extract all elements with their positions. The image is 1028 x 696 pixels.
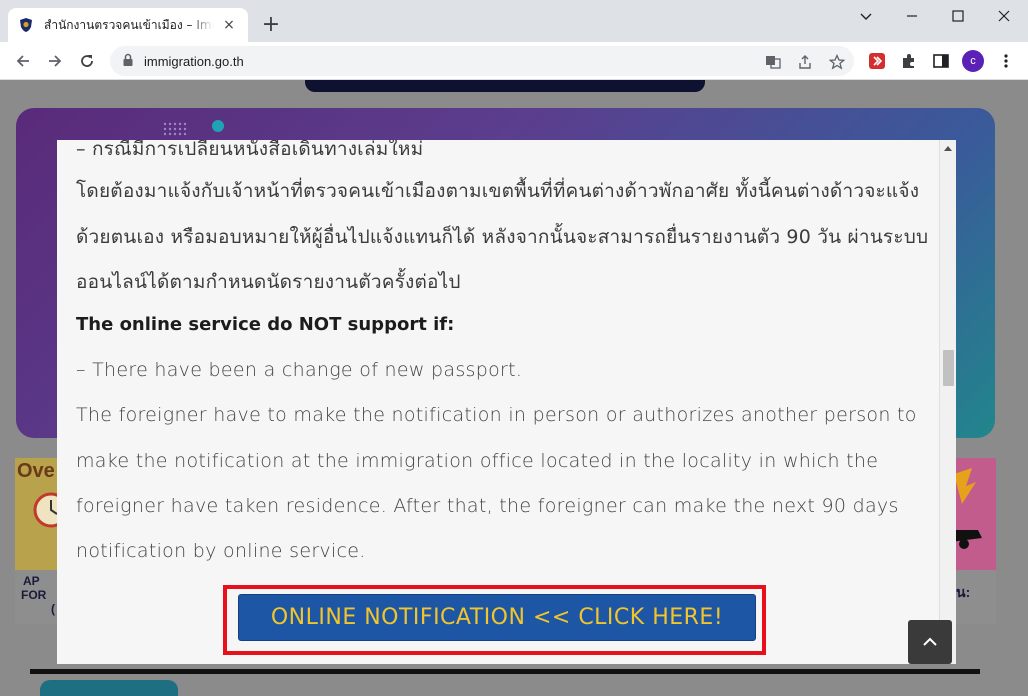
tab-title: สำนักงานตรวจคนเข้าเมือง – Immigration Bu… bbox=[44, 17, 214, 32]
card-left-heading: Ove bbox=[17, 460, 55, 482]
browser-toolbar: immigration.go.th c bbox=[0, 42, 1028, 80]
modal-line-1: – กรณีมีการเปลี่ยนหนังสือเดินทางเล่มใหม่ bbox=[76, 140, 424, 160]
modal-heading-not-supported: The online service do NOT support if: bbox=[76, 314, 455, 335]
card-left-caption: AP FOR ( bbox=[15, 570, 60, 624]
reload-icon[interactable] bbox=[74, 48, 100, 74]
clock-icon bbox=[33, 492, 59, 528]
tab-search-chevron-icon[interactable] bbox=[843, 4, 889, 28]
modal-scrollbar[interactable] bbox=[939, 140, 956, 664]
top-banner-strip bbox=[305, 80, 705, 92]
car-illustration-icon bbox=[952, 468, 982, 549]
browser-tab-active[interactable]: สำนักงานตรวจคนเข้าเมือง – Immigration Bu… bbox=[8, 8, 248, 42]
card-right-caption: น: bbox=[952, 570, 996, 624]
back-to-top-button[interactable] bbox=[908, 620, 952, 664]
bottom-section-tab[interactable] bbox=[40, 680, 178, 696]
online-notification-button[interactable]: ONLINE NOTIFICATION << CLICK HERE! bbox=[238, 594, 756, 641]
divider-line bbox=[30, 669, 980, 674]
profile-avatar[interactable]: c bbox=[962, 50, 984, 72]
chevron-up-icon bbox=[923, 637, 937, 646]
address-bar[interactable]: immigration.go.th bbox=[110, 46, 854, 76]
share-icon[interactable] bbox=[796, 53, 814, 71]
maximize-icon[interactable] bbox=[935, 4, 981, 28]
scroll-up-arrow-icon[interactable] bbox=[944, 146, 952, 151]
forward-arrow-icon[interactable] bbox=[42, 48, 68, 74]
side-panel-icon[interactable] bbox=[931, 51, 951, 71]
site-shield-icon bbox=[18, 17, 34, 33]
promo-card-right[interactable]: น: bbox=[952, 458, 996, 624]
minimize-icon[interactable] bbox=[889, 4, 935, 28]
modal-line-10: notification by online service. bbox=[76, 540, 366, 562]
browser-menu-kebab-icon[interactable] bbox=[996, 51, 1016, 71]
tab-close-icon[interactable]: × bbox=[220, 17, 238, 33]
back-arrow-icon[interactable] bbox=[10, 48, 36, 74]
modal-line-2: โดยต้องมาแจ้งกับเจ้าหน้าที่ตรวจคนเข้าเมื… bbox=[76, 180, 920, 202]
extensions-puzzle-icon[interactable] bbox=[899, 51, 919, 71]
translate-icon[interactable] bbox=[764, 53, 782, 71]
promo-card-left[interactable]: Ove AP FOR ( bbox=[15, 458, 60, 624]
lock-icon[interactable] bbox=[122, 52, 134, 71]
scrollbar-thumb[interactable] bbox=[943, 350, 954, 386]
bookmark-star-icon[interactable] bbox=[828, 53, 846, 71]
close-window-icon[interactable] bbox=[981, 4, 1027, 28]
modal-line-8: make the notification at the immigration… bbox=[76, 450, 879, 472]
extension-red-icon[interactable] bbox=[867, 51, 887, 71]
card-left-line-1: AP bbox=[23, 574, 40, 588]
url-text: immigration.go.th bbox=[144, 53, 244, 69]
browser-titlebar: สำนักงานตรวจคนเข้าเมือง – Immigration Bu… bbox=[0, 0, 1028, 42]
modal-line-4: ออนไลน์ได้ตามกำหนดนัดรายงานตัวครั้งต่อไป bbox=[76, 271, 461, 293]
modal-line-9: foreigner have taken residence. After th… bbox=[76, 495, 899, 517]
modal-line-6: – There have been a change of new passpo… bbox=[76, 359, 523, 381]
card-right-text: น: bbox=[956, 584, 971, 600]
card-left-line-3: ( bbox=[51, 602, 55, 616]
modal-line-7: The foreigner have to make the notificat… bbox=[76, 404, 917, 426]
modal-line-3: ด้วยตนเอง หรือมอบหมายให้ผู้อื่นไปแจ้งแทน… bbox=[76, 226, 929, 248]
new-tab-button[interactable]: + bbox=[258, 13, 284, 39]
card-left-line-2: FOR bbox=[21, 588, 47, 602]
